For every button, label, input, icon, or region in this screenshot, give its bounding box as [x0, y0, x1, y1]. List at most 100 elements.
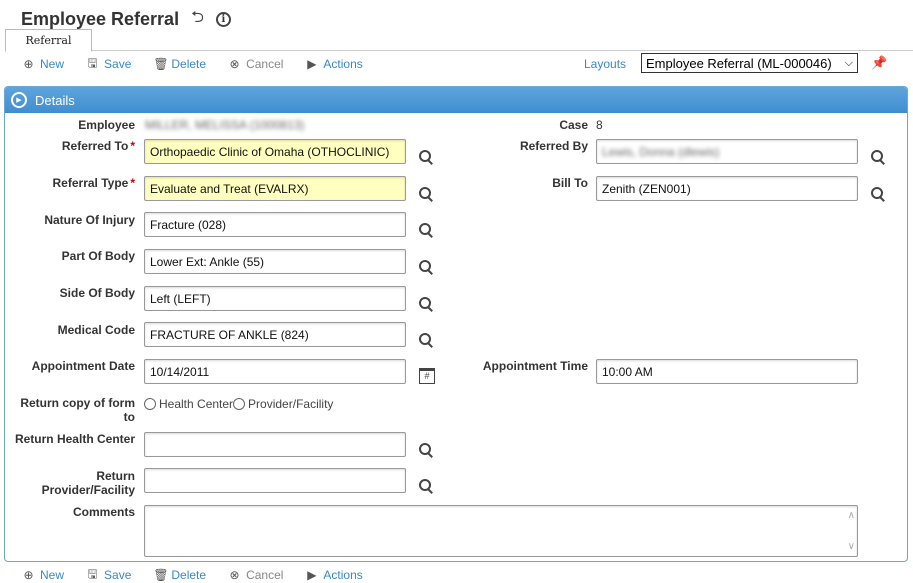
appointment-time-field[interactable]: 10:00 AM	[596, 359, 858, 384]
search-icon[interactable]	[418, 478, 434, 494]
save-button[interactable]: 🖫 Save	[86, 565, 131, 583]
part-of-body-field[interactable]: Lower Ext: Ankle (55)	[144, 249, 406, 274]
actions-button[interactable]: ▶ Actions	[305, 568, 362, 582]
cancel-circle-icon: ⊗	[229, 568, 240, 582]
search-icon[interactable]	[870, 186, 886, 202]
layouts-selected-value: Employee Referral (ML-000046)	[646, 55, 832, 71]
return-copy-radio-group: Health Center Provider/Facility	[144, 397, 333, 411]
return-copy-label-line2: to	[123, 410, 135, 424]
employee-label: Employee	[78, 118, 135, 132]
required-marker: *	[130, 139, 135, 153]
provider-facility-radio-label: Provider/Facility	[248, 397, 334, 411]
actions-button[interactable]: ▶ Actions	[305, 57, 362, 71]
scroll-down-icon[interactable]: ∨	[848, 541, 855, 552]
search-icon[interactable]	[418, 296, 434, 312]
referral-type-field[interactable]: Evaluate and Treat (EVALRX)	[144, 176, 406, 201]
medical-code-field[interactable]: FRACTURE OF ANKLE (824)	[144, 322, 406, 347]
play-circle-icon: ▶	[307, 57, 317, 71]
comments-label: Comments	[72, 505, 135, 519]
employee-value: MILLER, MELISSA (1000813)	[145, 118, 305, 132]
layouts-link[interactable]: Layouts	[584, 57, 626, 71]
new-label: New	[40, 57, 65, 71]
trash-icon: 🗑	[153, 57, 169, 71]
referred-by-label: Referred By	[519, 139, 588, 153]
referral-type-label: Referral Type *	[20, 176, 135, 190]
cancel-label: Cancel	[246, 568, 284, 582]
info-icon[interactable]: i	[215, 11, 231, 27]
actions-label: Actions	[323, 57, 363, 71]
referred-to-field[interactable]: Orthopaedic Clinic of Omaha (OTHOCLINIC)	[144, 139, 406, 164]
referred-to-label-text: Referred To	[61, 139, 129, 153]
actions-label: Actions	[323, 568, 363, 582]
appointment-time-label: Appointment Time	[482, 359, 588, 373]
save-label: Save	[104, 568, 132, 582]
new-button[interactable]: ⊕ New	[22, 568, 64, 582]
return-copy-label-line1: Return copy of form	[20, 396, 135, 410]
calendar-icon[interactable]: #	[419, 368, 435, 384]
referral-type-label-text: Referral Type	[52, 176, 129, 190]
new-label: New	[40, 568, 65, 582]
referred-to-label: Referred To *	[20, 139, 135, 153]
plus-circle-icon: ⊕	[23, 568, 34, 582]
nature-of-injury-label: Nature Of Injury	[44, 213, 135, 227]
cancel-button[interactable]: ⊗ Cancel	[228, 57, 284, 71]
return-provider-field[interactable]	[144, 468, 406, 493]
health-center-radio-label: Health Center	[159, 397, 234, 411]
floppy-disk-icon: 🖫	[87, 566, 98, 581]
page-title: Employee Referral	[21, 8, 180, 29]
search-icon[interactable]	[418, 186, 434, 202]
top-toolbar: ⊕ New 🖫 Save 🗑 Delete ⊗ Cancel ▶ Actions	[22, 55, 385, 73]
search-icon[interactable]	[418, 332, 434, 348]
referred-by-value: Lewis, Donna (dlewis)	[602, 144, 720, 159]
search-icon[interactable]	[418, 442, 434, 458]
part-of-body-label: Part Of Body	[61, 249, 135, 263]
appointment-date-label: Appointment Date	[31, 359, 135, 373]
return-health-center-field[interactable]	[144, 432, 406, 457]
search-icon[interactable]	[418, 259, 434, 275]
tab-strip: Referral	[5, 29, 913, 52]
required-marker: *	[130, 176, 135, 190]
cancel-button[interactable]: ⊗ Cancel	[228, 568, 284, 582]
play-circle-icon: ▶	[307, 568, 317, 582]
referred-by-field[interactable]: Lewis, Donna (dlewis)	[596, 139, 858, 164]
save-label: Save	[104, 57, 132, 71]
case-value: 8	[596, 118, 603, 132]
chevron-down-icon: ⌵	[844, 56, 853, 69]
collapse-toggle-icon[interactable]: ▶	[11, 92, 27, 108]
plus-circle-icon: ⊕	[23, 57, 34, 71]
details-header-label: Details	[35, 92, 75, 108]
delete-button[interactable]: 🗑 Delete	[153, 57, 206, 71]
pin-icon[interactable]: 📌	[871, 55, 887, 71]
cancel-circle-icon: ⊗	[229, 57, 240, 71]
delete-label: Delete	[171, 57, 207, 71]
layouts-select[interactable]: Employee Referral (ML-000046) ⌵	[641, 53, 858, 73]
trash-icon: 🗑	[153, 568, 169, 582]
save-button[interactable]: 🖫 Save	[86, 54, 131, 75]
search-icon[interactable]	[418, 149, 434, 165]
return-provider-label-line2: Provider/Facility	[41, 483, 135, 497]
side-of-body-field[interactable]: Left (LEFT)	[144, 286, 406, 311]
case-label: Case	[559, 118, 588, 132]
bill-to-label: Bill To	[552, 176, 588, 190]
nature-of-injury-field[interactable]: Fracture (028)	[144, 212, 406, 237]
delete-label: Delete	[171, 568, 207, 582]
delete-button[interactable]: 🗑 Delete	[153, 568, 206, 582]
new-button[interactable]: ⊕ New	[22, 57, 64, 71]
bottom-toolbar: ⊕ New 🖫 Save 🗑 Delete ⊗ Cancel ▶ Actions	[22, 566, 385, 583]
side-of-body-label: Side Of Body	[59, 286, 135, 300]
medical-code-label: Medical Code	[57, 323, 135, 337]
health-center-radio[interactable]	[144, 398, 156, 410]
return-provider-label-line1: Return	[96, 469, 135, 483]
search-icon[interactable]	[870, 149, 886, 165]
comments-textarea[interactable]: ∧ ∨	[144, 505, 858, 557]
cancel-label: Cancel	[246, 57, 284, 71]
floppy-disk-icon: 🖫	[87, 55, 98, 70]
scroll-up-icon[interactable]: ∧	[848, 510, 855, 521]
tab-referral[interactable]: Referral	[5, 29, 92, 52]
return-health-center-label: Return Health Center	[14, 432, 135, 446]
search-icon[interactable]	[418, 222, 434, 238]
appointment-date-field[interactable]: 10/14/2011	[144, 359, 406, 384]
bill-to-field[interactable]: Zenith (ZEN001)	[596, 176, 858, 201]
details-header[interactable]: ▶ Details	[5, 87, 907, 113]
provider-facility-radio[interactable]	[233, 398, 246, 410]
